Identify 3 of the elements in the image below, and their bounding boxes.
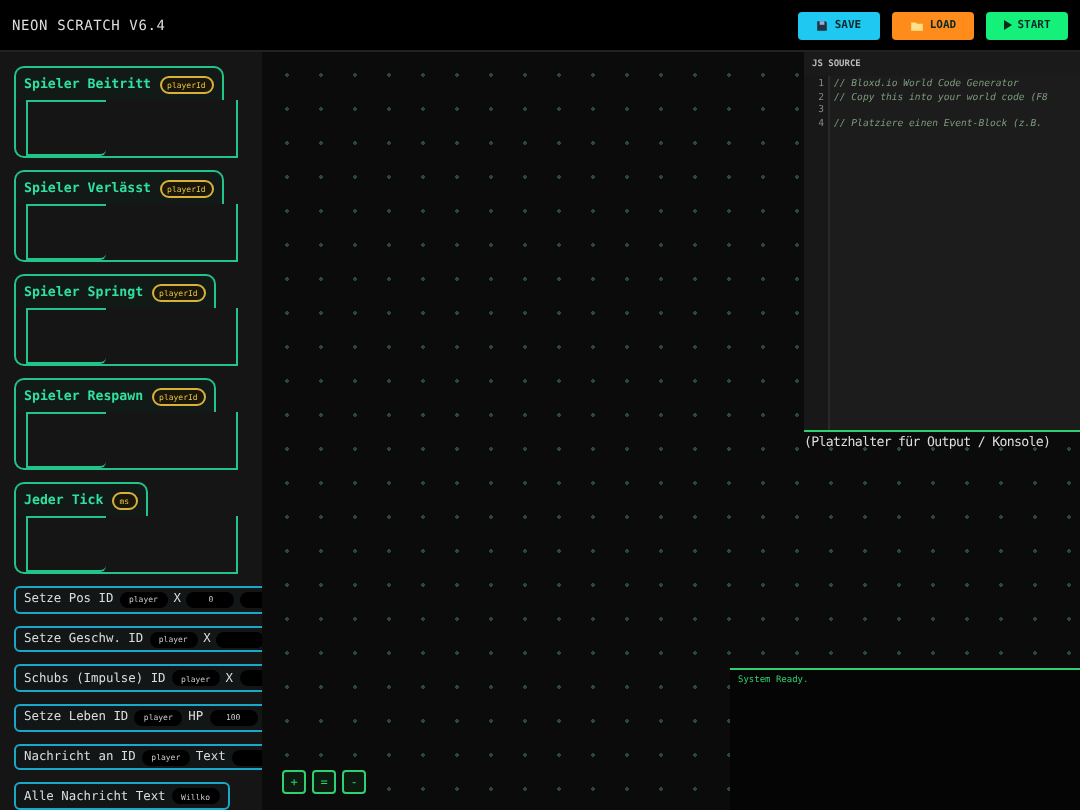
block-input[interactable] [216,631,262,647]
play-icon [1003,20,1012,30]
folder-icon [909,19,924,31]
